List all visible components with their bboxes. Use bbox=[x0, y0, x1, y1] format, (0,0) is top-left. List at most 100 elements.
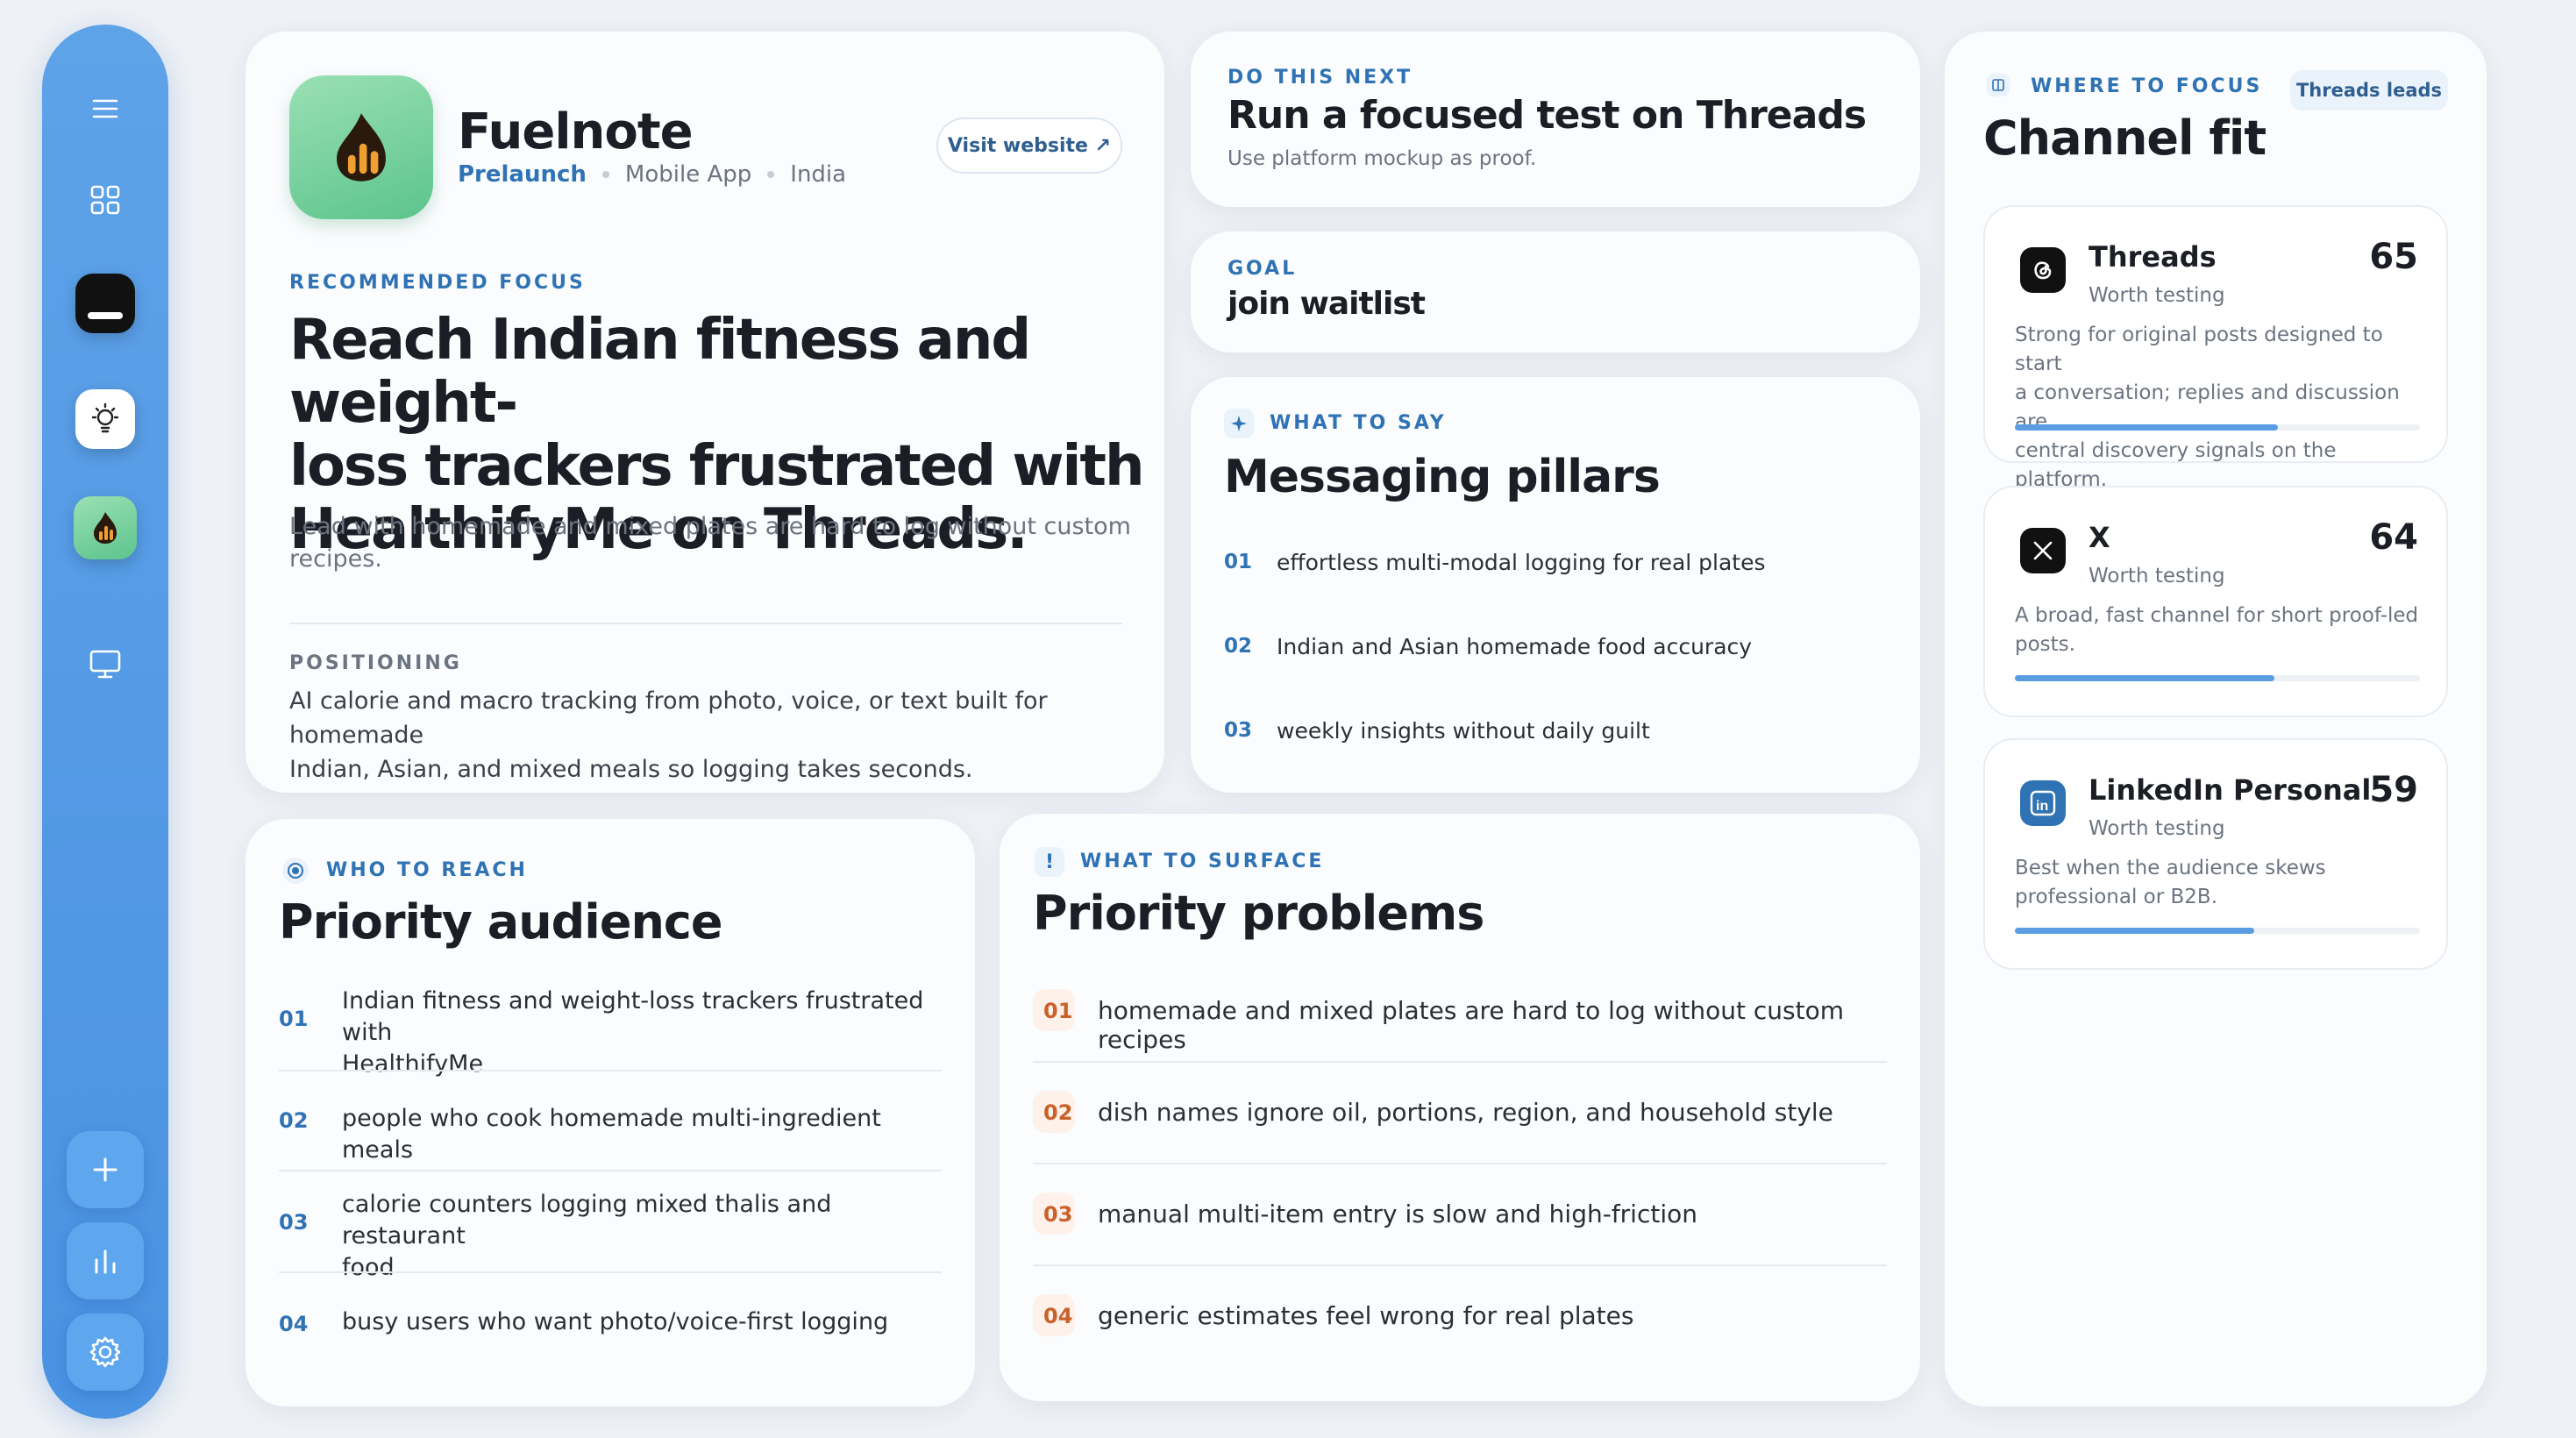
problems-card: ! WHAT TO SURFACE Priority problems 01 h… bbox=[1000, 814, 1920, 1401]
audience-eyebrow: WHO TO REACH bbox=[326, 859, 528, 881]
x-icon bbox=[2020, 528, 2066, 573]
description-line: A broad, fast channel for short proof-le… bbox=[2015, 604, 2419, 627]
sparkle-icon bbox=[1224, 409, 1254, 438]
goal-eyebrow: GOAL bbox=[1228, 258, 1298, 280]
channel-description: A broad, fast channel for short proof-le… bbox=[2015, 602, 2427, 659]
focus-subtext: Lead with homemade and mixed plates are … bbox=[289, 510, 1131, 575]
focus-eyebrow: RECOMMENDED FOCUS bbox=[289, 272, 586, 294]
menu-icon[interactable] bbox=[79, 82, 132, 135]
divider bbox=[279, 1170, 942, 1171]
channels-eyebrow: WHERE TO FOCUS bbox=[2031, 75, 2263, 97]
description-line: posts. bbox=[2015, 633, 2075, 656]
positioning-line: Indian, Asian, and mixed meals so loggin… bbox=[289, 756, 973, 783]
problem-text: manual multi-item entry is slow and high… bbox=[1098, 1200, 1697, 1228]
audience-number: 04 bbox=[279, 1312, 309, 1336]
fit-bar-fill bbox=[2015, 928, 2254, 934]
next-eyebrow: DO THIS NEXT bbox=[1228, 67, 1413, 89]
problems-title: Priority problems bbox=[1033, 886, 1484, 941]
pillar-number: 03 bbox=[1224, 719, 1253, 742]
fit-bar bbox=[2015, 928, 2420, 934]
region-label: India bbox=[790, 161, 847, 188]
audience-card: WHO TO REACH Priority audience 01 Indian… bbox=[246, 819, 975, 1406]
app-meta: Prelaunch Mobile App India bbox=[458, 161, 846, 188]
audience-line: HealthifyMe bbox=[342, 1050, 484, 1078]
audience-line: calorie counters logging mixed thalis an… bbox=[342, 1191, 832, 1249]
channel-score: 64 bbox=[2369, 517, 2418, 558]
fit-bar-fill bbox=[2015, 424, 2279, 431]
divider bbox=[279, 1070, 942, 1071]
divider bbox=[1033, 1264, 1887, 1266]
audience-line: food bbox=[342, 1254, 395, 1281]
fuelnote-icon[interactable] bbox=[74, 496, 137, 559]
audience-number: 03 bbox=[279, 1210, 309, 1235]
positioning-text: AI calorie and macro tracking from photo… bbox=[289, 684, 1164, 787]
visit-website-button[interactable]: Visit website ↗ bbox=[936, 117, 1122, 174]
channel-status: Worth testing bbox=[2089, 817, 2225, 840]
positioning-line: AI calorie and macro tracking from photo… bbox=[289, 687, 1048, 749]
platform-label: Mobile App bbox=[624, 161, 752, 188]
channel-description: Strong for original posts designed to st… bbox=[2015, 321, 2427, 495]
channel-name: LinkedIn Personal bbox=[2089, 773, 2372, 807]
description-line: professional or B2B. bbox=[2015, 886, 2218, 908]
threads-icon bbox=[2020, 247, 2066, 293]
subtext-line: Lead with homemade and mixed plates are … bbox=[289, 513, 1131, 540]
pillar-number: 02 bbox=[1224, 635, 1253, 658]
divider bbox=[1033, 1163, 1887, 1164]
channel-score: 59 bbox=[2369, 770, 2418, 810]
lightbulb-icon[interactable] bbox=[75, 389, 135, 449]
channel-card-threads[interactable]: Threads 65 Worth testing Strong for orig… bbox=[1983, 205, 2448, 491]
pillars-title: Messaging pillars bbox=[1224, 451, 1661, 503]
pillar-text: weekly insights without daily guilt bbox=[1277, 718, 1650, 744]
target-icon bbox=[282, 858, 309, 884]
channels-title: Channel fit bbox=[1983, 110, 2266, 166]
fit-bar bbox=[2015, 424, 2420, 431]
audience-line: people who cook homemade multi-ingredien… bbox=[342, 1105, 881, 1164]
description-line: Strong for original posts designed to st… bbox=[2015, 324, 2383, 375]
plus-icon[interactable] bbox=[67, 1131, 144, 1208]
description-line: Best when the audience skews bbox=[2015, 857, 2326, 879]
channel-card-linkedin[interactable]: in LinkedIn Personal 59 Worth testing Be… bbox=[1983, 738, 2448, 970]
pillar-text: Indian and Asian homemade food accuracy bbox=[1277, 634, 1753, 659]
fit-bar-fill bbox=[2015, 675, 2274, 681]
goal-value: join waitlist bbox=[1228, 286, 1426, 322]
stage-label: Prelaunch bbox=[458, 161, 587, 188]
focus-card: Fuelnote Prelaunch Mobile App India Visi… bbox=[246, 32, 1164, 793]
divider bbox=[289, 623, 1122, 624]
app-dark-icon[interactable] bbox=[75, 274, 135, 333]
audience-title: Priority audience bbox=[279, 894, 723, 950]
linkedin-icon: in bbox=[2020, 780, 2066, 826]
monitor-icon[interactable] bbox=[79, 638, 132, 691]
columns-icon bbox=[1987, 74, 2010, 96]
audience-text: Indian fitness and weight-loss trackers … bbox=[342, 986, 956, 1080]
divider bbox=[1033, 1061, 1887, 1063]
pillars-card: WHAT TO SAY Messaging pillars 01 effortl… bbox=[1191, 377, 1920, 793]
headline-line: loss trackers frustrated with bbox=[289, 434, 1145, 499]
channel-name: Threads bbox=[2089, 240, 2217, 274]
audience-text: busy users who want photo/voice-first lo… bbox=[342, 1306, 956, 1338]
audience-text: people who cook homemade multi-ingredien… bbox=[342, 1103, 956, 1166]
exclamation-icon: ! bbox=[1035, 847, 1064, 877]
headline-line: Reach Indian fitness and weight- bbox=[289, 308, 1031, 436]
next-step-card: DO THIS NEXT Run a focused test on Threa… bbox=[1191, 32, 1920, 207]
audience-line: Indian fitness and weight-loss trackers … bbox=[342, 987, 924, 1046]
meta-dot bbox=[767, 171, 775, 178]
flame-icon bbox=[337, 113, 386, 182]
chart-icon[interactable] bbox=[67, 1222, 144, 1299]
channel-fit-card: WHERE TO FOCUS Channel fit Threads leads… bbox=[1945, 32, 2487, 1406]
pillar-number: 01 bbox=[1224, 551, 1253, 573]
gear-icon[interactable] bbox=[67, 1313, 144, 1391]
next-title: Run a focused test on Threads bbox=[1228, 93, 1867, 138]
channel-status: Worth testing bbox=[2089, 284, 2225, 307]
channel-name: X bbox=[2089, 521, 2110, 554]
channel-description: Best when the audience skews professiona… bbox=[2015, 854, 2427, 912]
pillars-eyebrow: WHAT TO SAY bbox=[1270, 412, 1447, 434]
grid-icon[interactable] bbox=[79, 174, 132, 226]
leader-badge: Threads leads bbox=[2290, 70, 2448, 110]
svg-text:in: in bbox=[2036, 799, 2048, 814]
app-logo bbox=[289, 75, 433, 219]
channel-card-x[interactable]: X 64 Worth testing A broad, fast channel… bbox=[1983, 486, 2448, 717]
pillar-text: effortless multi-modal logging for real … bbox=[1277, 550, 1766, 575]
problem-number: 04 bbox=[1043, 1304, 1073, 1328]
goal-card: GOAL join waitlist bbox=[1191, 231, 1920, 352]
next-subtext: Use platform mockup as proof. bbox=[1228, 147, 1537, 170]
